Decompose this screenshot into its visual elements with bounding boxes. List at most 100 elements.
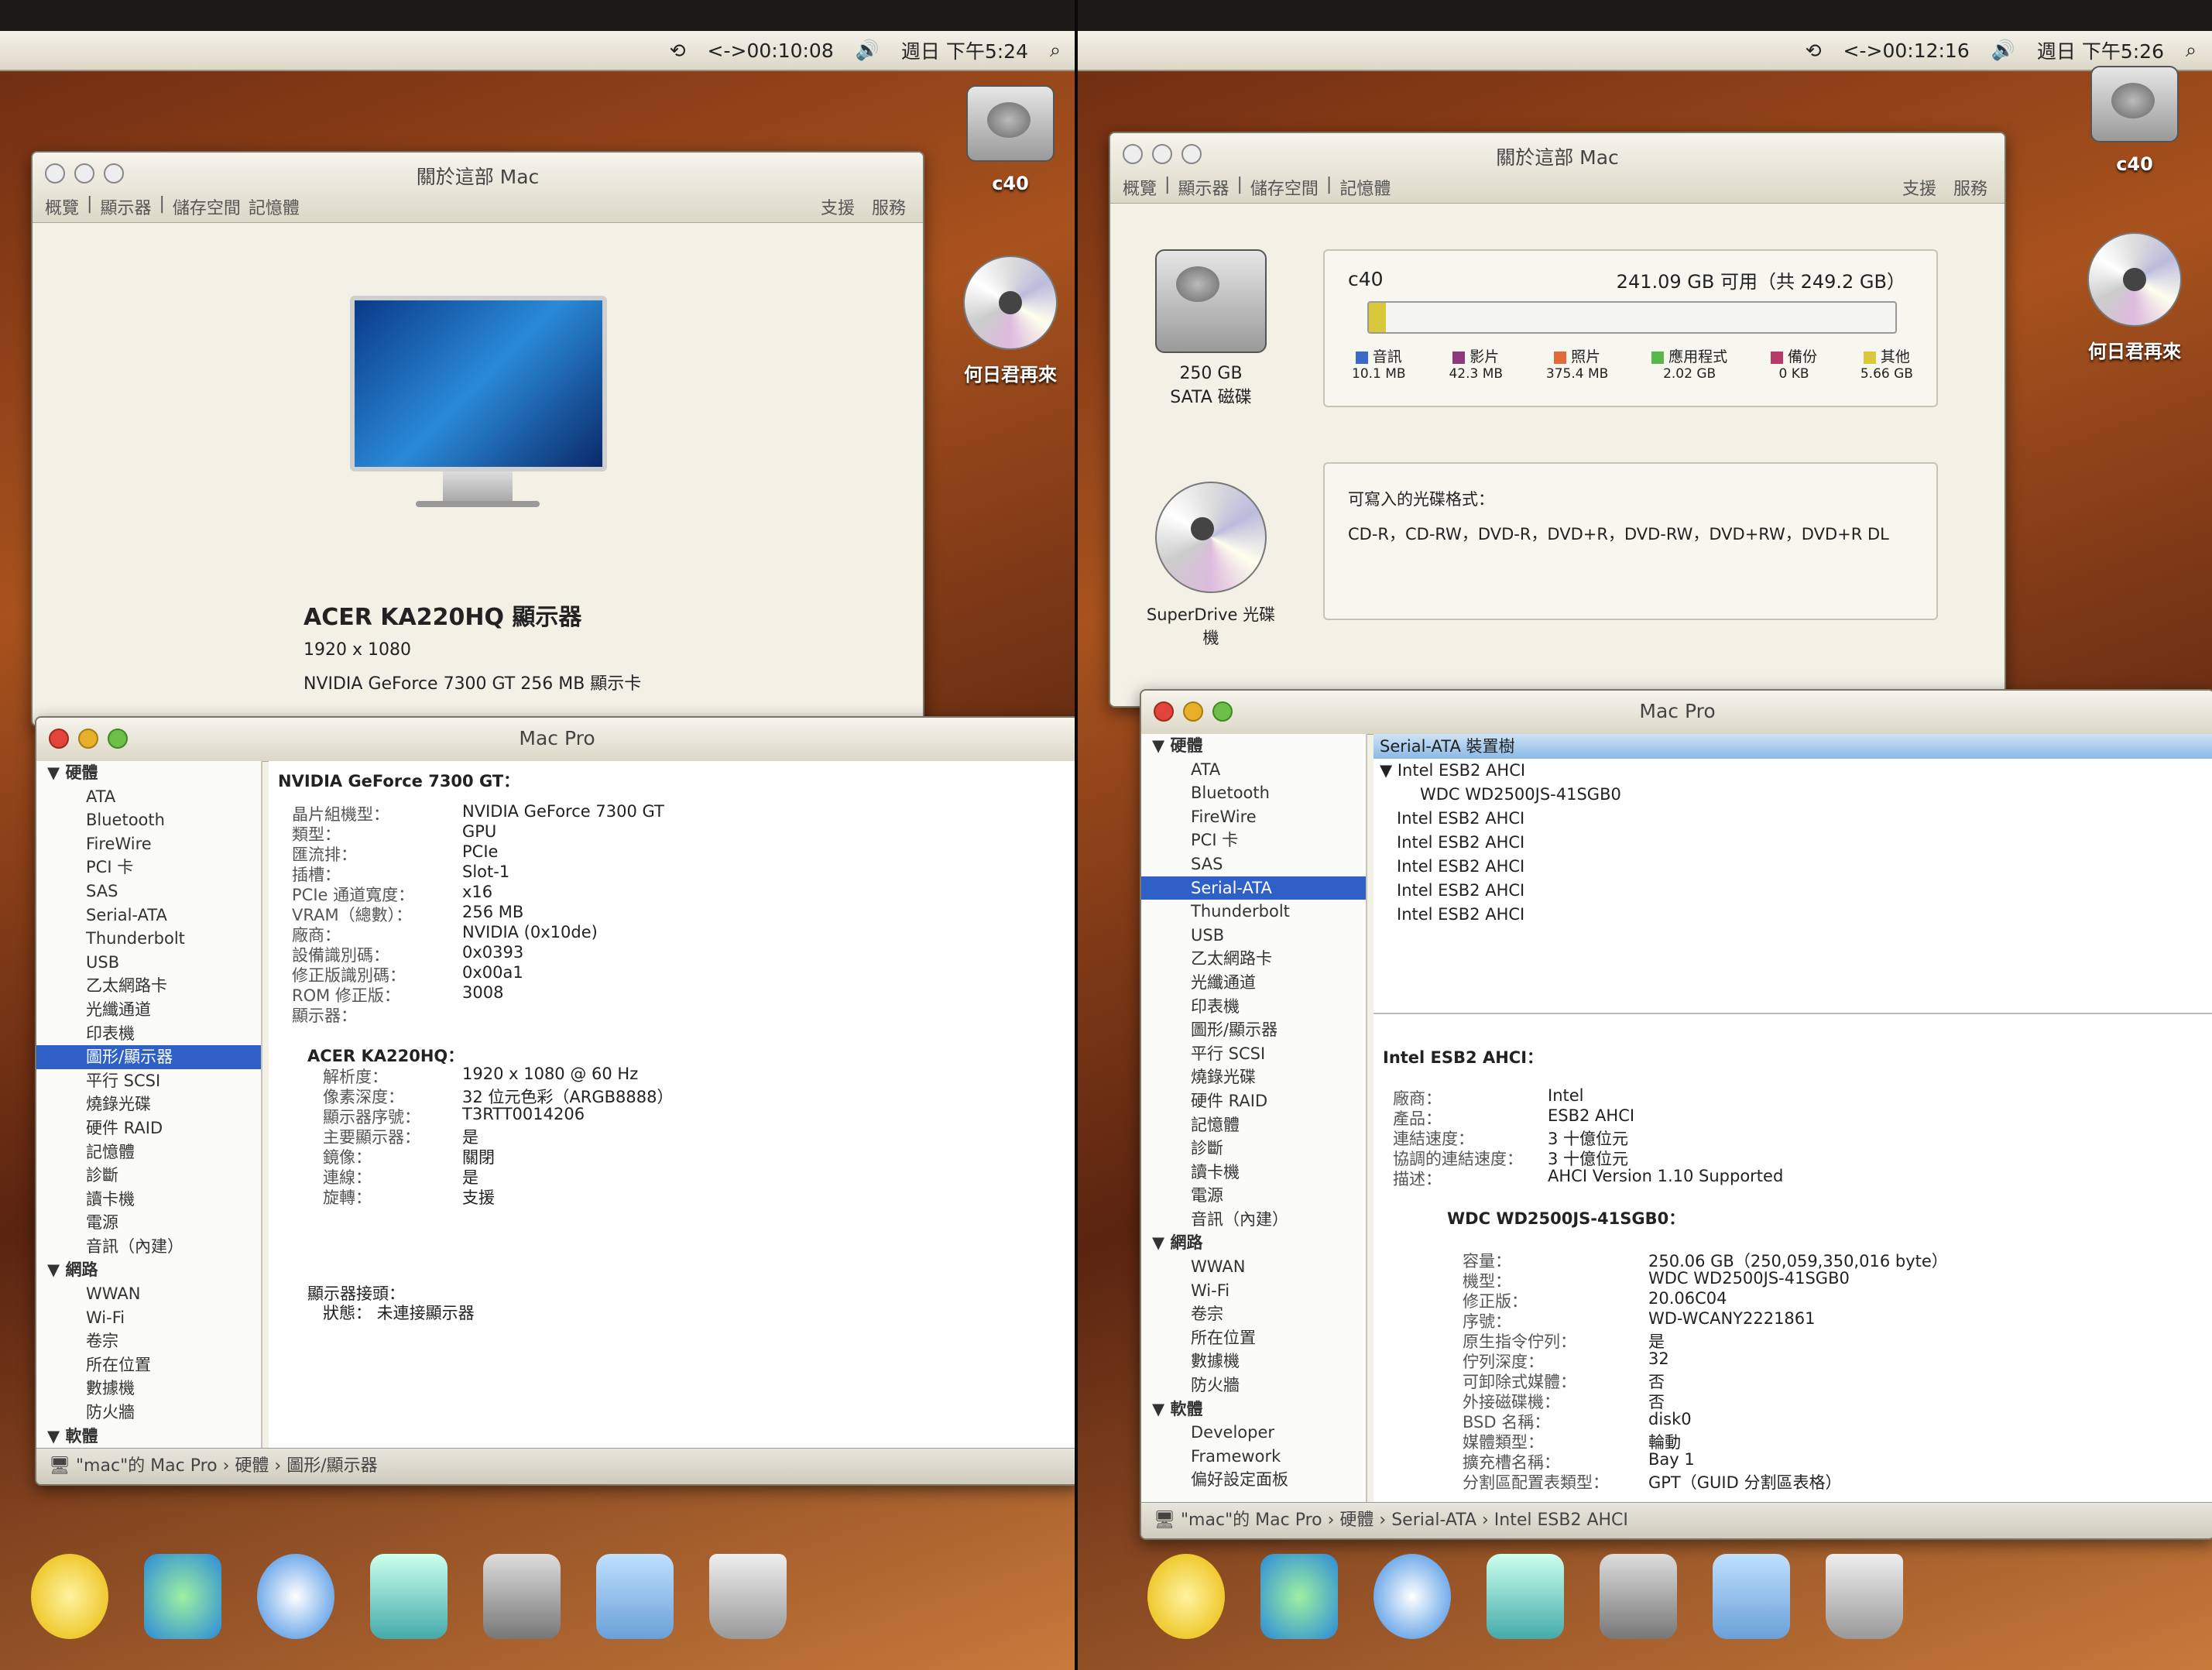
desktop-disk-c40[interactable]: c40 bbox=[2077, 66, 2193, 175]
sidebar-item[interactable]: FireWire bbox=[1141, 805, 1366, 829]
tab-storage[interactable]: 儲存空間 bbox=[1250, 175, 1319, 200]
disclosure-triangle-icon[interactable]: ▼ bbox=[47, 1427, 65, 1445]
sidebar-item[interactable]: 硬件 RAID bbox=[36, 1116, 261, 1140]
tree-drive[interactable]: WDC WD2500JS-41SGB0 bbox=[1373, 783, 2212, 807]
sidebar-item[interactable]: SAS bbox=[36, 880, 261, 904]
tab-storage[interactable]: 儲存空間 bbox=[173, 194, 241, 219]
menu-clock[interactable]: 週日 下午5:26 bbox=[2037, 36, 2164, 64]
sidebar-category[interactable]: ▼ 網路 bbox=[36, 1258, 261, 1282]
sidebar-item[interactable]: 電源 bbox=[36, 1211, 261, 1235]
tree-controller[interactable]: Intel ESB2 AHCI bbox=[1373, 807, 2212, 831]
desktop-cd[interactable]: 何日君再來 bbox=[2073, 232, 2197, 363]
sidebar-item[interactable]: USB bbox=[36, 951, 261, 975]
sidebar-item[interactable]: 防火牆 bbox=[1141, 1373, 1366, 1397]
volume-icon[interactable]: 🔊 bbox=[1991, 39, 2015, 62]
sidebar-item[interactable]: PCI 卡 bbox=[1141, 828, 1366, 852]
sidebar-item[interactable]: Wi-Fi bbox=[1141, 1279, 1366, 1303]
sidebar-item[interactable]: ATA bbox=[1141, 758, 1366, 782]
tab-overview[interactable]: 概覽 bbox=[1123, 175, 1157, 200]
sidebar-category[interactable]: ▼ 軟體 bbox=[36, 1425, 261, 1449]
sidebar-category[interactable]: ▼ 硬體 bbox=[1141, 734, 1366, 758]
sidebar-item[interactable]: 印表機 bbox=[1141, 995, 1366, 1019]
tab-memory[interactable]: 記憶體 bbox=[1339, 175, 1391, 200]
sidebar-item[interactable]: Bluetooth bbox=[36, 808, 261, 832]
sidebar-item[interactable]: WWAN bbox=[1141, 1255, 1366, 1279]
sidebar-item[interactable]: 讀卡機 bbox=[1141, 1161, 1366, 1185]
sidebar-item[interactable]: 乙太網路卡 bbox=[36, 974, 261, 998]
tab-memory[interactable]: 記憶體 bbox=[249, 194, 300, 219]
spotlight-icon[interactable]: ⌕ bbox=[2186, 39, 2197, 62]
sidebar-item[interactable]: Bluetooth bbox=[1141, 781, 1366, 805]
folder-icon[interactable] bbox=[1713, 1554, 1790, 1639]
sidebar-item[interactable]: 燒錄光碟 bbox=[36, 1092, 261, 1116]
desktop-cd[interactable]: 何日君再來 bbox=[948, 255, 1072, 386]
screen-timer[interactable]: <->00:12:16 bbox=[1843, 39, 1970, 62]
messenger-icon[interactable] bbox=[1260, 1554, 1338, 1639]
screen-timer[interactable]: <->00:10:08 bbox=[708, 39, 834, 62]
sidebar-item[interactable]: ATA bbox=[36, 785, 261, 809]
service-link[interactable]: 服務 bbox=[872, 194, 906, 219]
sidebar-item[interactable]: WWAN bbox=[36, 1282, 261, 1306]
sidebar-item[interactable]: 診斷 bbox=[1141, 1137, 1366, 1161]
sidebar-item[interactable]: 音訊（內建） bbox=[36, 1235, 261, 1259]
tab-overview[interactable]: 概覽 bbox=[45, 194, 79, 219]
trash-icon[interactable] bbox=[709, 1554, 787, 1639]
sidebar-item[interactable]: 音訊（內建） bbox=[1141, 1208, 1366, 1232]
sidebar-item[interactable]: Thunderbolt bbox=[36, 927, 261, 951]
sidebar-item[interactable]: Thunderbolt bbox=[1141, 900, 1366, 924]
chip-icon[interactable] bbox=[1600, 1554, 1677, 1639]
menu-clock[interactable]: 週日 下午5:24 bbox=[901, 36, 1028, 64]
sidebar-item[interactable]: 印表機 bbox=[36, 1022, 261, 1046]
support-link[interactable]: 支援 bbox=[1902, 175, 1936, 200]
disclosure-triangle-icon[interactable]: ▼ bbox=[47, 763, 65, 782]
disclosure-triangle-icon[interactable]: ▼ bbox=[1380, 761, 1398, 780]
sidebar-item[interactable]: Serial-ATA bbox=[36, 904, 261, 928]
tab-displays[interactable]: 顯示器 bbox=[100, 194, 151, 219]
sidebar-item[interactable]: 光纖通道 bbox=[36, 998, 261, 1022]
sidebar-item[interactable]: 卷宗 bbox=[1141, 1302, 1366, 1326]
globe-download-icon[interactable] bbox=[1373, 1554, 1451, 1639]
disclosure-triangle-icon[interactable]: ▼ bbox=[47, 1260, 65, 1279]
chip-icon[interactable] bbox=[483, 1554, 561, 1639]
sidebar-item[interactable]: 燒錄光碟 bbox=[1141, 1065, 1366, 1089]
sidebar-item[interactable]: FireWire bbox=[36, 832, 261, 856]
tree-controller[interactable]: Intel ESB2 AHCI bbox=[1373, 903, 2212, 927]
finder-ring-icon[interactable] bbox=[1147, 1554, 1225, 1639]
time-machine-icon[interactable]: ⟲ bbox=[1806, 39, 1822, 62]
sidebar-item[interactable]: 光纖通道 bbox=[1141, 971, 1366, 995]
folder-icon[interactable] bbox=[596, 1554, 674, 1639]
tree-controller[interactable]: Intel ESB2 AHCI bbox=[1373, 831, 2212, 855]
sidebar-item[interactable]: Framework bbox=[1141, 1445, 1366, 1469]
windows-window-icon[interactable] bbox=[370, 1554, 448, 1639]
sidebar-item[interactable]: 所在位置 bbox=[36, 1353, 261, 1377]
disclosure-triangle-icon[interactable]: ▼ bbox=[1152, 1400, 1170, 1418]
sidebar-item[interactable]: 數據機 bbox=[1141, 1349, 1366, 1373]
sidebar-item[interactable]: 乙太網路卡 bbox=[1141, 947, 1366, 971]
spotlight-icon[interactable]: ⌕ bbox=[1050, 39, 1061, 62]
sidebar-item[interactable]: 記憶體 bbox=[36, 1140, 261, 1164]
globe-download-icon[interactable] bbox=[257, 1554, 334, 1639]
trash-icon[interactable] bbox=[1826, 1554, 1903, 1639]
sidebar-item[interactable]: 卷宗 bbox=[36, 1329, 261, 1353]
volume-icon[interactable]: 🔊 bbox=[856, 39, 880, 62]
sidebar-item[interactable]: SAS bbox=[1141, 852, 1366, 876]
sidebar-item[interactable]: 診斷 bbox=[36, 1164, 261, 1188]
support-link[interactable]: 支援 bbox=[821, 194, 855, 219]
tree-controller[interactable]: ▼ Intel ESB2 AHCI bbox=[1373, 759, 2212, 783]
sidebar-item[interactable]: 記憶體 bbox=[1141, 1113, 1366, 1137]
sidebar-item[interactable]: 平行 SCSI bbox=[36, 1069, 261, 1093]
tree-controller[interactable]: Intel ESB2 AHCI bbox=[1373, 855, 2212, 879]
sidebar-item[interactable]: 硬件 RAID bbox=[1141, 1089, 1366, 1113]
disclosure-triangle-icon[interactable]: ▼ bbox=[1152, 736, 1170, 755]
sidebar-category[interactable]: ▼ 硬體 bbox=[36, 761, 261, 785]
sidebar-item[interactable]: 平行 SCSI bbox=[1141, 1042, 1366, 1066]
tree-header[interactable]: Serial-ATA 裝置樹 bbox=[1373, 734, 2212, 759]
sidebar-item[interactable]: 防火牆 bbox=[36, 1401, 261, 1425]
sidebar-item[interactable]: USB bbox=[1141, 924, 1366, 948]
sidebar-item[interactable]: Wi-Fi bbox=[36, 1306, 261, 1330]
sidebar-item[interactable]: Serial-ATA bbox=[1141, 876, 1366, 900]
finder-ring-icon[interactable] bbox=[31, 1554, 108, 1639]
sidebar-category[interactable]: ▼ 軟體 bbox=[1141, 1397, 1366, 1421]
service-link[interactable]: 服務 bbox=[1953, 175, 1987, 200]
sidebar-item[interactable]: PCI 卡 bbox=[36, 856, 261, 880]
